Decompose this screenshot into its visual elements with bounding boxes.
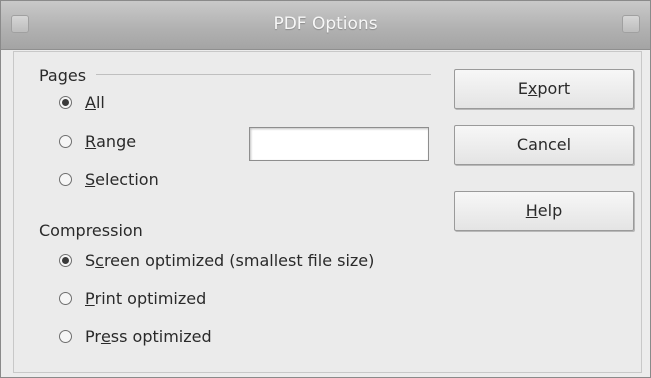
radio-print-optimized[interactable]: Print optimized <box>59 289 206 308</box>
pages-divider <box>96 74 431 75</box>
radio-unselected-icon <box>59 173 72 186</box>
title-bar[interactable]: PDF Options <box>1 1 650 50</box>
cancel-button[interactable]: Cancel <box>454 125 634 165</box>
radio-pages-range[interactable]: Range <box>59 132 136 151</box>
window-title: PDF Options <box>273 14 378 34</box>
radio-screen-optimized[interactable]: Sc reen optimized (smallest file size) <box>59 251 374 270</box>
export-button[interactable]: Export <box>454 69 634 109</box>
radio-unselected-icon <box>59 292 72 305</box>
radio-pages-all[interactable]: All <box>59 93 105 112</box>
radio-unselected-icon <box>59 135 72 148</box>
radio-selected-icon <box>59 254 72 267</box>
help-button[interactable]: Help <box>454 191 634 231</box>
close-icon[interactable] <box>622 15 640 33</box>
pages-heading: Pages <box>39 66 87 85</box>
range-input[interactable] <box>249 127 429 161</box>
radio-unselected-icon <box>59 330 72 343</box>
pdf-options-dialog: PDF Options Pages All Range Selection Co… <box>0 0 651 378</box>
compression-heading: Compression <box>39 221 143 240</box>
radio-selected-icon <box>59 96 72 109</box>
radio-press-optimized[interactable]: Pr e ss optimized <box>59 327 212 346</box>
radio-pages-selection[interactable]: Selection <box>59 170 159 189</box>
